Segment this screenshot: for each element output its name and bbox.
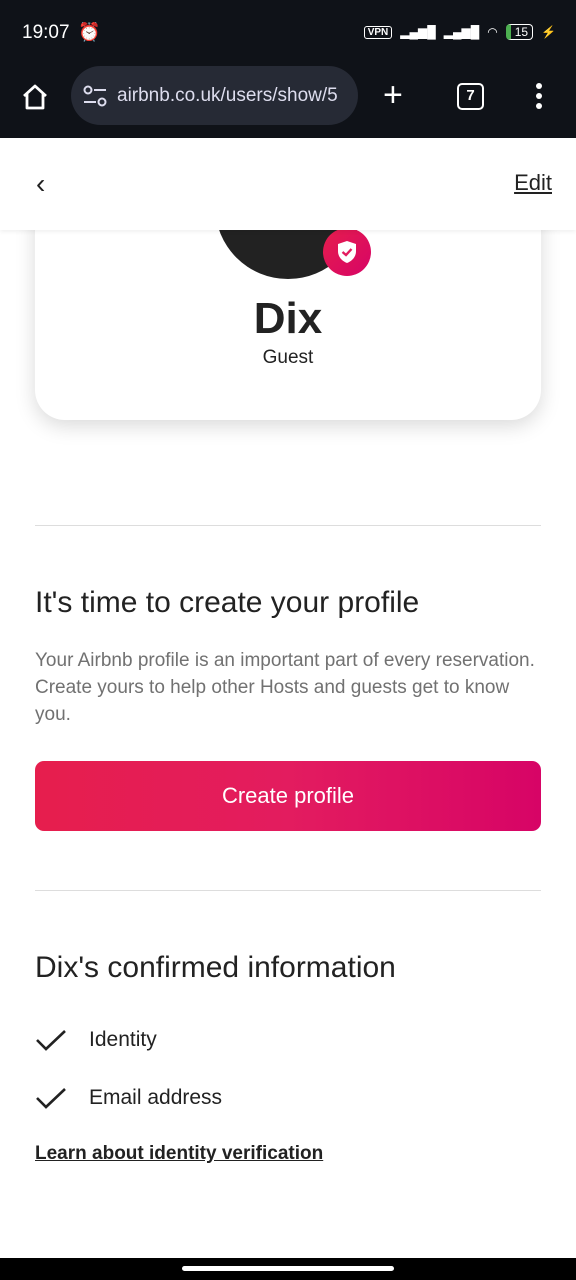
new-tab-icon[interactable]: +	[383, 78, 403, 112]
signal-icon: ▂▄▆█	[400, 25, 436, 39]
url-text: airbnb.co.uk/users/show/5	[117, 84, 338, 106]
shield-check-icon	[338, 241, 356, 263]
edit-link[interactable]: Edit	[514, 170, 552, 196]
alarm-icon: ⏰	[78, 22, 101, 42]
profile-role: Guest	[262, 347, 314, 368]
confirmed-item-identity: Identity	[35, 1028, 157, 1052]
confirmed-item-label: Identity	[89, 1028, 157, 1051]
create-profile-button[interactable]: Create profile	[35, 761, 541, 831]
wifi-icon: ◠	[487, 25, 498, 39]
more-menu-icon[interactable]	[536, 83, 544, 113]
create-profile-description: Your Airbnb profile is an important part…	[35, 650, 535, 725]
confirmed-item-label: Email address	[89, 1086, 223, 1109]
divider	[35, 525, 541, 526]
create-profile-title: It's time to create your profile	[35, 586, 420, 619]
tab-switcher-button[interactable]: 7	[457, 83, 484, 110]
signal-icon: ▂▄▆█	[443, 25, 480, 39]
confirmed-info-title: Dix's confirmed information	[35, 951, 396, 984]
identity-verification-link[interactable]: Learn about identity verification	[35, 1143, 323, 1165]
status-bar: 19:07 ⏰ VPN ▂▄▆█ ▂▄▆█ ◠ 15 ⚡	[0, 0, 576, 66]
browser-toolbar: airbnb.co.uk/users/show/5 + 7	[0, 66, 576, 138]
page-header: ‹ Edit	[0, 138, 576, 230]
battery-icon: 15	[505, 24, 534, 40]
url-bar[interactable]: airbnb.co.uk/users/show/5	[71, 66, 358, 125]
checkmark-icon	[36, 1030, 66, 1051]
site-settings-icon[interactable]	[83, 85, 107, 107]
verified-badge	[323, 228, 371, 276]
status-time: 19:07	[22, 22, 70, 43]
confirmed-item-email: Email address	[35, 1086, 222, 1110]
divider	[35, 890, 541, 891]
checkmark-icon	[36, 1088, 66, 1109]
back-chevron-icon[interactable]: ‹	[36, 170, 45, 198]
charging-icon: ⚡	[541, 25, 556, 39]
home-gesture-handle[interactable]	[182, 1266, 394, 1271]
profile-name: Dix	[253, 294, 323, 343]
system-nav-bar	[0, 1258, 576, 1280]
home-icon[interactable]	[20, 82, 50, 112]
vpn-icon: VPN	[363, 25, 393, 39]
